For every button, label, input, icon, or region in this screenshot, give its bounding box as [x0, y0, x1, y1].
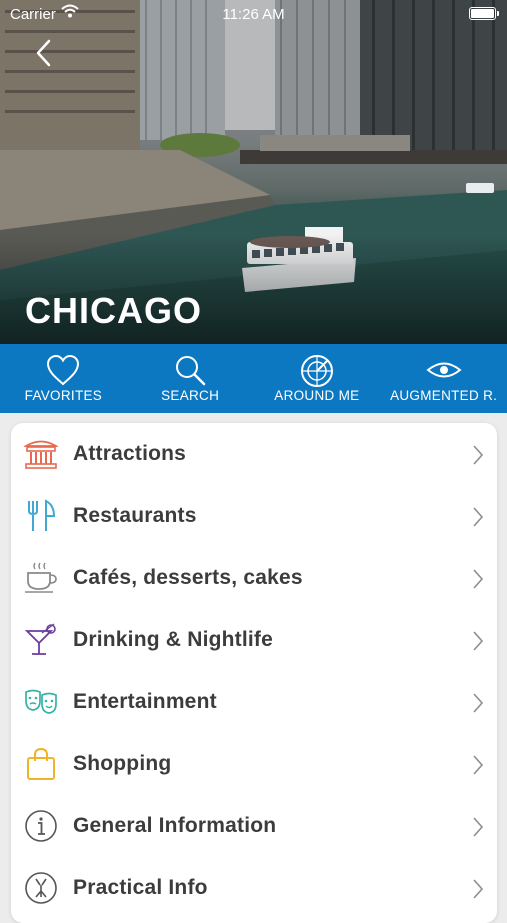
list-item-label: Shopping: [73, 752, 172, 775]
list-item-practical-info[interactable]: Practical Info: [11, 857, 497, 919]
info-icon: [25, 810, 57, 842]
category-list: Attractions Restaurants Cafés, desserts,…: [11, 423, 497, 923]
theater-masks-icon: [25, 689, 57, 714]
tab-label: AUGMENTED R.: [390, 388, 498, 403]
shopping-bag-icon: [27, 747, 55, 780]
search-icon: [176, 356, 206, 386]
tab-search[interactable]: SEARCH: [127, 344, 254, 413]
cocktail-icon: [24, 623, 56, 655]
chevron-right-icon: [473, 507, 484, 527]
chevron-right-icon: [473, 755, 484, 775]
chevron-right-icon: [473, 445, 484, 465]
tab-around-me[interactable]: AROUND ME: [254, 344, 381, 413]
battery-icon: [469, 7, 499, 20]
clock: 11:26 AM: [222, 6, 285, 23]
list-item-label: Cafés, desserts, cakes: [73, 566, 303, 589]
chevron-right-icon: [473, 569, 484, 589]
heart-icon: [47, 354, 80, 386]
list-item-entertainment[interactable]: Entertainment: [11, 671, 497, 733]
city-title: CHICAGO: [25, 290, 202, 331]
tab-bar: FAVORITES SEARCH AROUND ME AUGMENTED R.: [0, 344, 507, 413]
list-item-label: General Information: [73, 814, 277, 837]
chevron-right-icon: [473, 817, 484, 837]
list-item-shopping[interactable]: Shopping: [11, 733, 497, 795]
list-item-label: Practical Info: [73, 876, 208, 899]
list-item-restaurants[interactable]: Restaurants: [11, 485, 497, 547]
eye-icon: [426, 362, 462, 378]
list-item-attractions[interactable]: Attractions: [11, 423, 497, 485]
tab-label: AROUND ME: [274, 388, 360, 403]
list-item-general-information[interactable]: General Information: [11, 795, 497, 857]
tab-augmented-reality[interactable]: AUGMENTED R.: [380, 344, 507, 413]
chevron-right-icon: [473, 879, 484, 899]
tab-label: FAVORITES: [24, 388, 103, 403]
tab-favorites[interactable]: FAVORITES: [0, 344, 127, 413]
list-item-label: Drinking & Nightlife: [73, 628, 273, 651]
list-item-drinking-nightlife[interactable]: Drinking & Nightlife: [11, 609, 497, 671]
landmark-icon: [24, 440, 58, 469]
list-item-label: Entertainment: [73, 690, 217, 713]
radar-icon: [300, 355, 333, 387]
tab-label: SEARCH: [161, 388, 220, 403]
status-bar: Carrier 11:26 AM: [0, 0, 507, 28]
fork-knife-icon: [28, 499, 56, 531]
chevron-right-icon: [473, 631, 484, 651]
list-item-label: Attractions: [73, 442, 187, 465]
list-item-label: Restaurants: [73, 504, 197, 527]
coffee-cup-icon: [25, 562, 57, 593]
chevron-right-icon: [473, 693, 484, 713]
back-chevron-icon[interactable]: [30, 38, 60, 68]
list-item-cafes[interactable]: Cafés, desserts, cakes: [11, 547, 497, 609]
hero-image: Carrier 11:26 AM CHICAGO: [0, 0, 507, 344]
